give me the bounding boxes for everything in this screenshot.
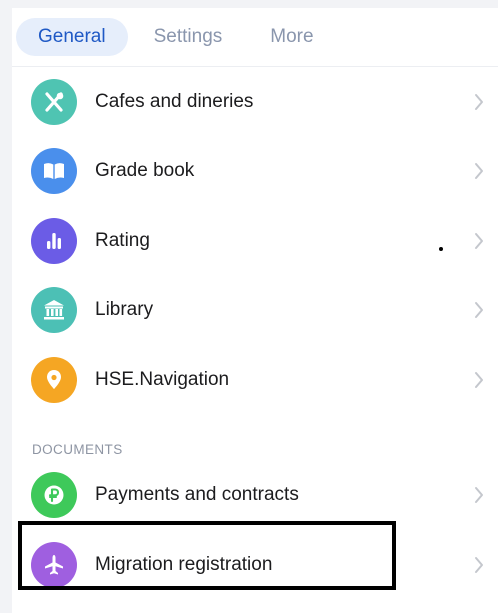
list-item-cafes[interactable]: Cafes and dineries (12, 67, 498, 137)
chevron-right-icon (475, 371, 483, 388)
list-item-grade-book[interactable]: Grade book (12, 137, 498, 207)
stray-dot (439, 247, 443, 251)
list-item-label: HSE.Navigation (95, 368, 230, 390)
fork-knife-icon (31, 78, 77, 125)
chevron-right-icon (475, 232, 483, 249)
tab-more[interactable]: More (248, 18, 335, 56)
chevron-right-icon (475, 556, 483, 573)
tab-settings[interactable]: Settings (132, 18, 245, 56)
tab-bar: General Settings More (12, 8, 498, 67)
chevron-right-icon (475, 487, 483, 504)
map-pin-icon (31, 356, 77, 403)
list-item-library[interactable]: Library (12, 276, 498, 346)
list-item-label: Cafes and dineries (95, 90, 254, 112)
chevron-right-icon (475, 302, 483, 319)
list-item-rating[interactable]: Rating (12, 206, 498, 276)
list-item-label: Rating (95, 229, 150, 251)
chevron-right-icon (475, 163, 483, 180)
chevron-right-icon (475, 93, 483, 110)
services-list: Cafes and dineries Grade book Rating Lib… (12, 67, 498, 600)
list-item-label: Grade book (95, 160, 195, 182)
section-header-documents: DOCUMENTS (32, 441, 123, 457)
bank-icon (31, 287, 77, 334)
list-item-hse-navigation[interactable]: HSE.Navigation (12, 345, 498, 415)
bar-chart-icon (31, 217, 77, 264)
book-icon (31, 148, 77, 195)
list-item-label: Payments and contracts (95, 484, 299, 506)
tab-general[interactable]: General (16, 18, 128, 56)
ruble-icon (31, 472, 77, 519)
list-item-migration-registration[interactable]: Migration registration (12, 530, 498, 600)
list-item-label: Library (95, 299, 154, 321)
airplane-icon (31, 541, 77, 588)
list-item-label: Migration registration (95, 553, 273, 575)
app-screen: General Settings More Cafes and dineries… (12, 8, 498, 613)
list-item-payments[interactable]: Payments and contracts (12, 461, 498, 531)
